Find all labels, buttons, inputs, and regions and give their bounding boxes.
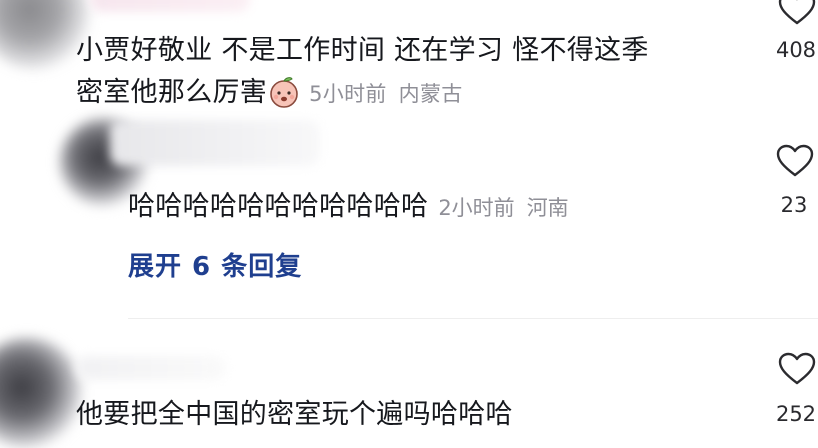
comment-line-1: 小贾好敬业 不是工作时间 还在学习 怪不得这季 [76, 35, 649, 66]
third-like-count: 252 [775, 402, 817, 426]
third-comment-text: 他要把全中国的密室玩个遍吗哈哈哈 [76, 399, 513, 430]
peach-face-emoji-icon [267, 75, 301, 122]
comment-line-2: 密室他那么厉害 5小时前 内蒙古 [76, 72, 736, 122]
like-heart-icon[interactable] [778, 0, 816, 26]
like-count: 408 [775, 38, 817, 62]
reply-like-count: 23 [780, 193, 808, 217]
reply-text: 哈哈哈哈哈哈哈哈哈哈哈 [128, 191, 429, 222]
expand-replies-link[interactable]: 展开 6 条回复 [128, 246, 302, 283]
comment-divider [128, 318, 818, 319]
reply-like-heart-icon[interactable] [776, 144, 814, 178]
reply-text-row: 哈哈哈哈哈哈哈哈哈哈哈 2小时前 河南 [128, 186, 569, 228]
reply-location: 河南 [526, 196, 569, 220]
third-avatar-blurred[interactable] [0, 338, 82, 448]
reply-time: 2小时前 [438, 196, 515, 220]
comment-text: 小贾好敬业 不是工作时间 还在学习 怪不得这季 密室他那么厉害 5小时前 内蒙古 [76, 30, 736, 122]
comment-location: 内蒙古 [398, 82, 463, 106]
reply-username-blurred[interactable] [110, 120, 320, 166]
comment-line-2-text: 密室他那么厉害 [76, 77, 268, 108]
username-blurred[interactable] [90, 0, 250, 12]
comment-time: 5小时前 [309, 82, 387, 106]
third-like-heart-icon[interactable] [778, 352, 816, 386]
third-username-blurred[interactable] [76, 356, 226, 380]
